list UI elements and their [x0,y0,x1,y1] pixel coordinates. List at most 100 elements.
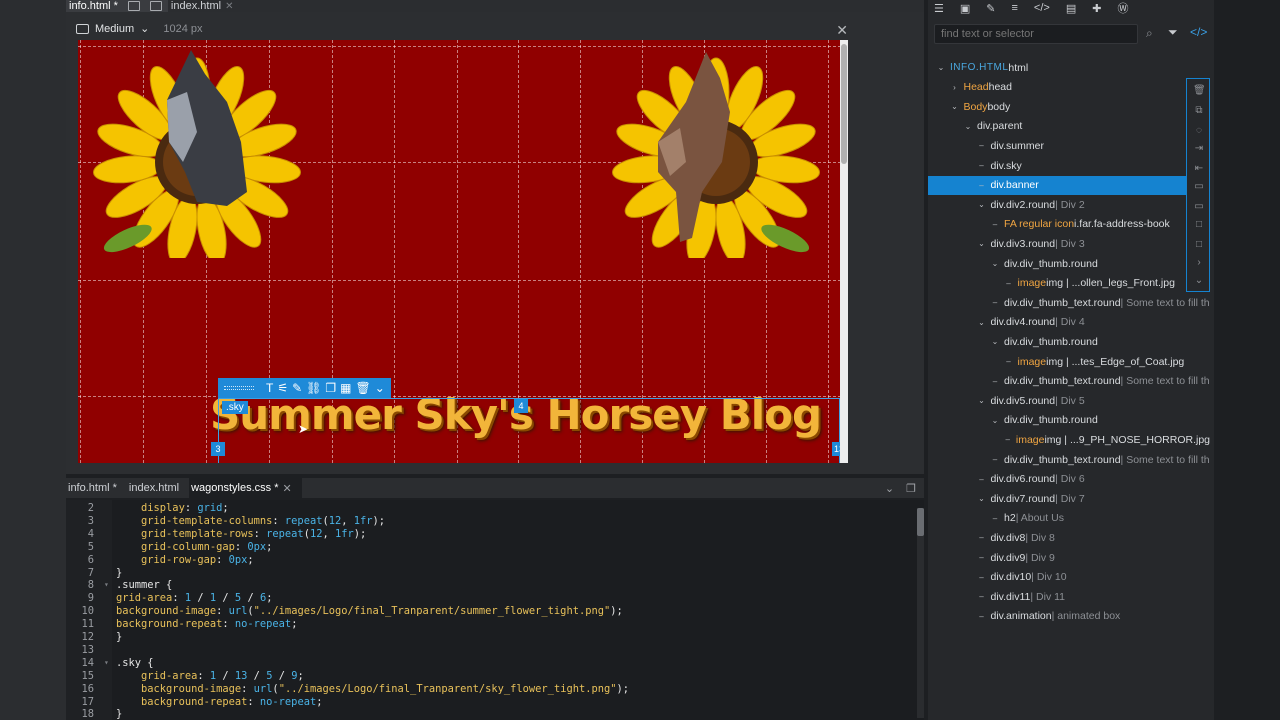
duplicate-icon[interactable]: ⧉ [1193,105,1205,117]
viewport-selector[interactable]: Medium ⌄ 1024 px [76,22,203,35]
dom-tree-item[interactable]: – div.div9 | Div 9 [928,548,1210,567]
code-line[interactable]: 17 background-repeat: no-repeat; [66,696,916,709]
dom-tree-item[interactable]: – div.animation | animated box [928,607,1210,626]
chevron-down-icon[interactable]: ⌄ [375,381,385,395]
dom-tree-item[interactable]: › Head head [928,78,1210,97]
expand-caret-icon[interactable]: ⌄ [950,102,960,111]
chevron-right-icon[interactable]: › [1193,257,1205,269]
wordpress-icon[interactable]: Ⓦ [1117,0,1128,16]
dom-tree-item[interactable]: – div.div_thumb_text.round | Some text to… [928,450,1210,469]
dom-tree-item[interactable]: ⌄ div.div_thumb.round [928,332,1210,351]
code-view-icon[interactable]: </> [1190,25,1207,39]
brush-icon[interactable]: ✎ [986,2,995,15]
chevron-down-icon[interactable]: ⌄ [1193,275,1205,287]
dom-tree-item[interactable]: ⌄ div.div4.round | Div 4 [928,313,1210,332]
dom-tree-item[interactable]: – image img | ...9_PH_NOSE_HORROR.jpg [928,430,1210,449]
expand-caret-icon[interactable]: ⌄ [990,337,1000,346]
fold-icon[interactable]: ▾ [104,579,109,592]
dom-tree-item[interactable]: ⌄ div.div5.round | Div 5 [928,391,1210,410]
hide-icon[interactable]: ◌ [1193,125,1205,137]
list-icon[interactable]: ≡ [1012,2,1018,14]
drag-handle[interactable] [224,386,254,390]
code-icon[interactable]: </> [1034,2,1050,14]
dom-tree-item[interactable]: ⌄ div.div3.round | Div 3 [928,234,1210,253]
dom-tree-item[interactable]: ⌄ div.div_thumb.round [928,254,1210,273]
duplicate-icon[interactable]: ❐ [325,381,336,395]
page-canvas[interactable]: Summer Sky's Horsey Blog T ⚟ ✎ ⛓ ❐ ▦ 🗑 ⌄… [78,40,846,463]
text-icon[interactable]: T [266,381,273,395]
expand-caret-icon[interactable]: ⌄ [936,63,946,72]
box-icon[interactable]: □ [1193,239,1205,251]
close-icon[interactable]: ✕ [836,22,848,39]
editor-tab-wagonstyles-css[interactable]: wagonstyles.css * ✕ [189,478,302,498]
code-line[interactable]: 18} [66,708,916,720]
indent-icon[interactable]: ⇥ [1193,143,1205,155]
code-line[interactable]: 6 grid-row-gap: 0px; [66,554,916,567]
dom-tree-item[interactable]: – div.div10 | Div 10 [928,568,1210,587]
editor-tab-index-html[interactable]: index.html [127,478,189,498]
code-line[interactable]: 13 [66,644,916,657]
dom-tree-item[interactable]: – FA regular icon i.far.fa-address-book [928,215,1210,234]
code-line[interactable]: 9 grid-area: 1 / 1 / 5 / 6; [66,592,916,605]
expand-caret-icon[interactable]: ⌄ [990,259,1000,268]
expand-caret-icon[interactable]: ⌄ [963,122,973,131]
scrollbar-thumb[interactable] [841,44,847,164]
box-icon[interactable]: □ [1193,219,1205,231]
settings-icon[interactable]: ☰ [934,2,944,15]
dom-tree-item[interactable]: – image img | ...ollen_legs_Front.jpg [928,274,1210,293]
sliders-icon[interactable]: ⚟ [277,381,288,395]
editor-tab-info-html[interactable]: info.html * [66,478,127,498]
wrap-icon[interactable]: ▭ [1193,181,1205,193]
link-icon[interactable]: ⛓ [306,381,321,395]
dom-tree-item[interactable]: – div.div_thumb_text.round | Some text to… [928,293,1210,312]
dom-tree-item[interactable]: ⌄ div.div7.round | Div 7 [928,489,1210,508]
search-icon[interactable]: ⌕ [1146,26,1153,41]
scrollbar-thumb[interactable] [917,508,924,536]
expand-caret-icon[interactable]: ⌄ [977,200,987,209]
editor-scrollbar[interactable] [917,508,924,718]
code-line[interactable]: 16 background-image: url("../images/Logo… [66,683,916,696]
dom-tree-item[interactable]: – h2 | About Us [928,509,1210,528]
code-line[interactable]: 12} [66,631,916,644]
copy-view-icon[interactable] [149,1,162,11]
preview-scrollbar[interactable] [840,40,848,463]
tab-info-html[interactable]: info.html * [66,0,168,12]
code-line[interactable]: 8 ▾ .summer { [66,579,916,592]
expand-caret-icon[interactable]: ⌄ [977,396,987,405]
filter-icon[interactable]: ⏷ [1168,25,1178,40]
fold-icon[interactable]: ▾ [104,657,109,670]
dom-tree-item[interactable]: – div.summer [928,136,1210,155]
brush-icon[interactable]: ✎ [292,381,302,395]
block-icon[interactable]: ▭ [1193,201,1205,213]
code-line[interactable]: 2 display: grid; [66,502,916,515]
code-line[interactable]: 10 background-image: url("../images/Logo/… [66,605,916,618]
code-line[interactable]: 5 grid-column-gap: 0px; [66,541,916,554]
close-tab-icon[interactable]: ✕ [283,482,292,495]
tab-index-html[interactable]: index.html ✕ [168,0,240,12]
layers-icon[interactable]: ▤ [1066,2,1076,15]
puzzle-icon[interactable]: ✚ [1092,2,1101,15]
dom-tree-item[interactable]: ⌄ div.div2.round | Div 2 [928,195,1210,214]
dom-tree-item[interactable]: – div.div8 | Div 8 [928,528,1210,547]
expand-caret-icon[interactable]: ⌄ [977,494,987,503]
search-input[interactable] [934,24,1138,44]
expand-caret-icon[interactable]: ⌄ [977,318,987,327]
close-tab-icon[interactable]: ✕ [225,1,233,12]
chevron-down-icon[interactable]: ⌄ [885,482,894,495]
expand-caret-icon[interactable]: › [950,83,960,92]
split-view-icon[interactable] [127,1,140,11]
code-line[interactable]: 14 ▾ .sky { [66,657,916,670]
code-editor[interactable]: 2 display: grid; 3 grid-template-columns:… [66,500,924,720]
code-line[interactable]: 4 grid-template-rows: repeat(12, 1fr); [66,528,916,541]
selector-tag[interactable]: .sky [222,401,248,414]
dom-tree-item[interactable]: – div.sky [928,156,1210,175]
expand-caret-icon[interactable]: ⌄ [977,239,987,248]
dom-tree-item[interactable]: – div.div6.round | Div 6 [928,470,1210,489]
code-line[interactable]: 15 grid-area: 1 / 13 / 5 / 9; [66,670,916,683]
grid-icon[interactable]: ▦ [340,381,351,395]
outdent-icon[interactable]: ⇤ [1193,163,1205,175]
dom-tree-item[interactable]: ⌄ INFO.HTML html [928,58,1210,77]
code-line[interactable]: 3 grid-template-columns: repeat(12, 1fr)… [66,515,916,528]
dom-tree-item[interactable]: – div.banner [928,175,1210,195]
dom-tree-item[interactable]: ⌄ Body body [928,97,1210,116]
